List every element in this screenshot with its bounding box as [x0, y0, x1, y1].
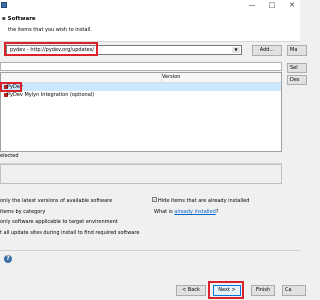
option-applicable-only[interactable]: only software applicable to target envir…: [0, 219, 118, 225]
tree-row-label: PyDev Mylyn Integration (optional): [7, 92, 95, 98]
what-is-prefix: What is: [154, 209, 175, 215]
option-label: items by category: [0, 209, 46, 215]
details-area: [0, 164, 282, 184]
tree-row[interactable]: PyDev: [1, 83, 281, 91]
maximize-icon[interactable]: □: [266, 0, 278, 11]
select-all-button[interactable]: Sel: [287, 63, 307, 73]
dialog-title: e Software: [2, 16, 36, 22]
option-label: t all update sites during install to fin…: [0, 230, 140, 236]
deselect-all-button[interactable]: Des: [287, 75, 307, 85]
dialog-subtitle: the items that you wish to install.: [8, 27, 92, 33]
option-label: only software applicable to target envir…: [0, 219, 118, 225]
eclipse-icon: [1, 2, 7, 8]
option-label: Hide items that are already installed: [158, 198, 250, 204]
checkmark-icon: ✓: [152, 197, 157, 202]
what-is-suffix: ?: [215, 209, 219, 215]
selection-status: elected: [0, 153, 19, 159]
column-name[interactable]: [1, 73, 162, 82]
minimize-icon[interactable]: —: [246, 0, 258, 11]
option-hide-installed[interactable]: Hide items that are already installed: [158, 198, 249, 204]
window-controls: — □ ✕: [246, 0, 298, 11]
back-button[interactable]: < Back: [176, 285, 206, 296]
footer-divider: [0, 250, 300, 251]
manage-button[interactable]: Ma: [287, 45, 307, 56]
add-site-button[interactable]: Add...: [252, 45, 282, 56]
url-highlight-box: [4, 42, 98, 56]
finish-button[interactable]: Finish: [251, 285, 275, 296]
option-group-by-category[interactable]: items by category: [0, 209, 45, 215]
help-icon[interactable]: ?: [4, 255, 12, 263]
option-contact-all-sites[interactable]: t all update sites during install to fin…: [0, 230, 139, 236]
next-highlight-box: [208, 281, 244, 299]
tree-header: Version: [1, 73, 281, 83]
what-is-installed-text: What is already installed?: [154, 209, 218, 215]
pydev-highlight-box: [0, 82, 22, 92]
option-label: only the latest versions of available so…: [0, 198, 113, 204]
cancel-button[interactable]: Ca: [282, 285, 306, 296]
software-tree[interactable]: Version PyDev PyDev Mylyn Integration (o…: [0, 72, 282, 152]
chevron-down-icon[interactable]: ▼: [232, 47, 240, 53]
column-version[interactable]: Version: [162, 74, 180, 80]
tree-row[interactable]: PyDev Mylyn Integration (optional): [1, 91, 281, 99]
hide-installed-checkbox[interactable]: ✓: [152, 197, 157, 203]
close-icon[interactable]: ✕: [286, 0, 298, 11]
already-installed-link[interactable]: already installed: [174, 209, 215, 215]
option-latest-only[interactable]: only the latest versions of available so…: [0, 198, 112, 204]
filter-input[interactable]: [0, 62, 282, 71]
